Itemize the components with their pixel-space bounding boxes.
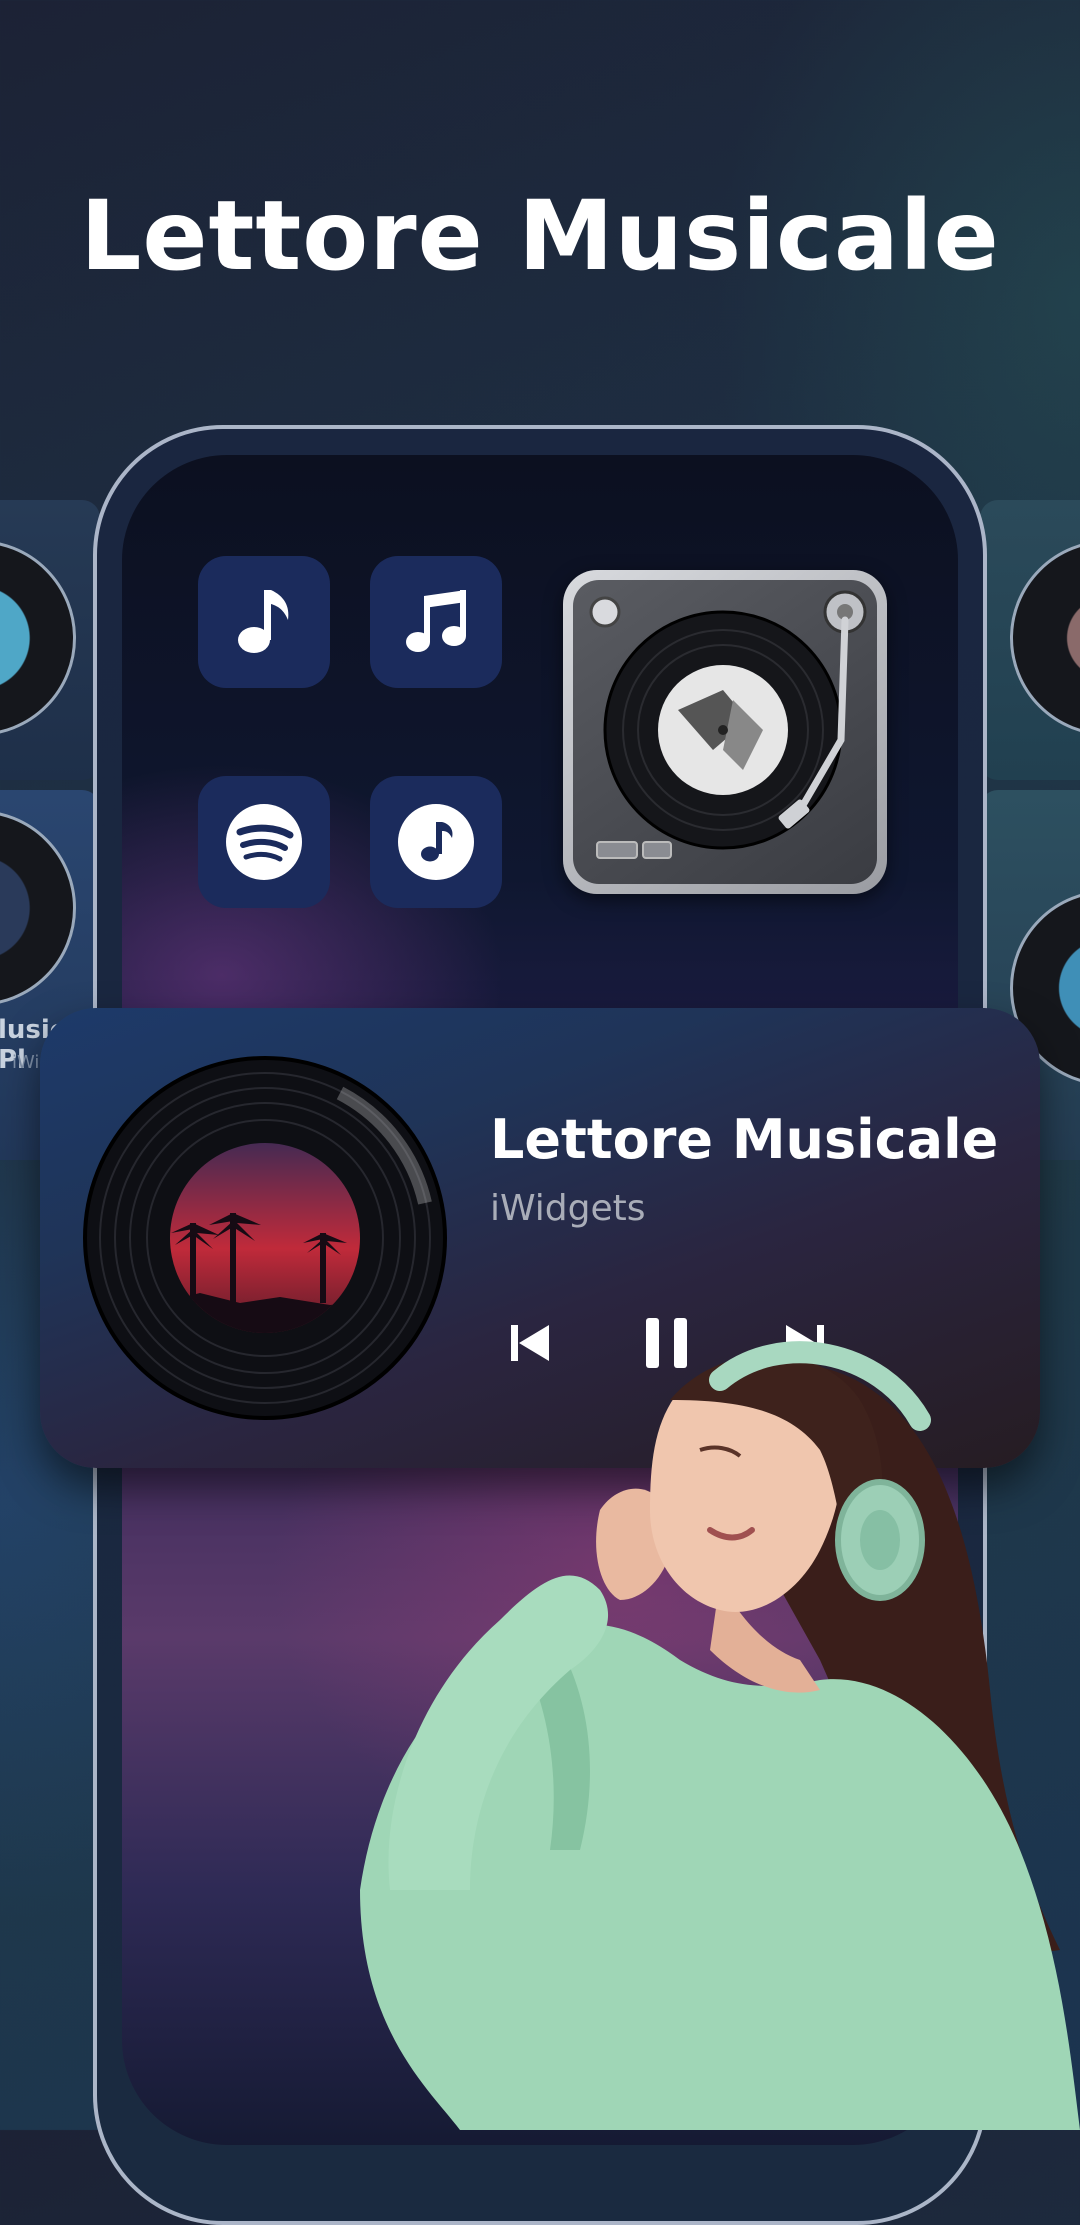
eighth-note-icon (238, 590, 289, 653)
beamed-notes-icon (406, 590, 466, 652)
music-notes-app[interactable] (370, 556, 502, 688)
spotify-app[interactable] (198, 776, 330, 908)
track-title: Lettore Musicale (490, 1108, 999, 1171)
turntable-icon (589, 590, 867, 859)
vinyl-disc-icon (1010, 540, 1080, 736)
side-card-left-top (0, 500, 100, 780)
music-circle-app[interactable] (370, 776, 502, 908)
page-title: Lettore Musicale (80, 180, 1000, 292)
track-artist: iWidgets (490, 1188, 646, 1229)
vinyl-disc-icon (0, 810, 76, 1006)
music-note-app[interactable] (198, 556, 330, 688)
woman-with-headphones-image (360, 1341, 1080, 2130)
side-card-right-top (980, 500, 1080, 780)
turntable-widget[interactable] (563, 570, 887, 894)
note-circle-icon (398, 804, 474, 880)
vinyl-disc-icon (0, 540, 76, 736)
spotify-icon (226, 804, 302, 880)
